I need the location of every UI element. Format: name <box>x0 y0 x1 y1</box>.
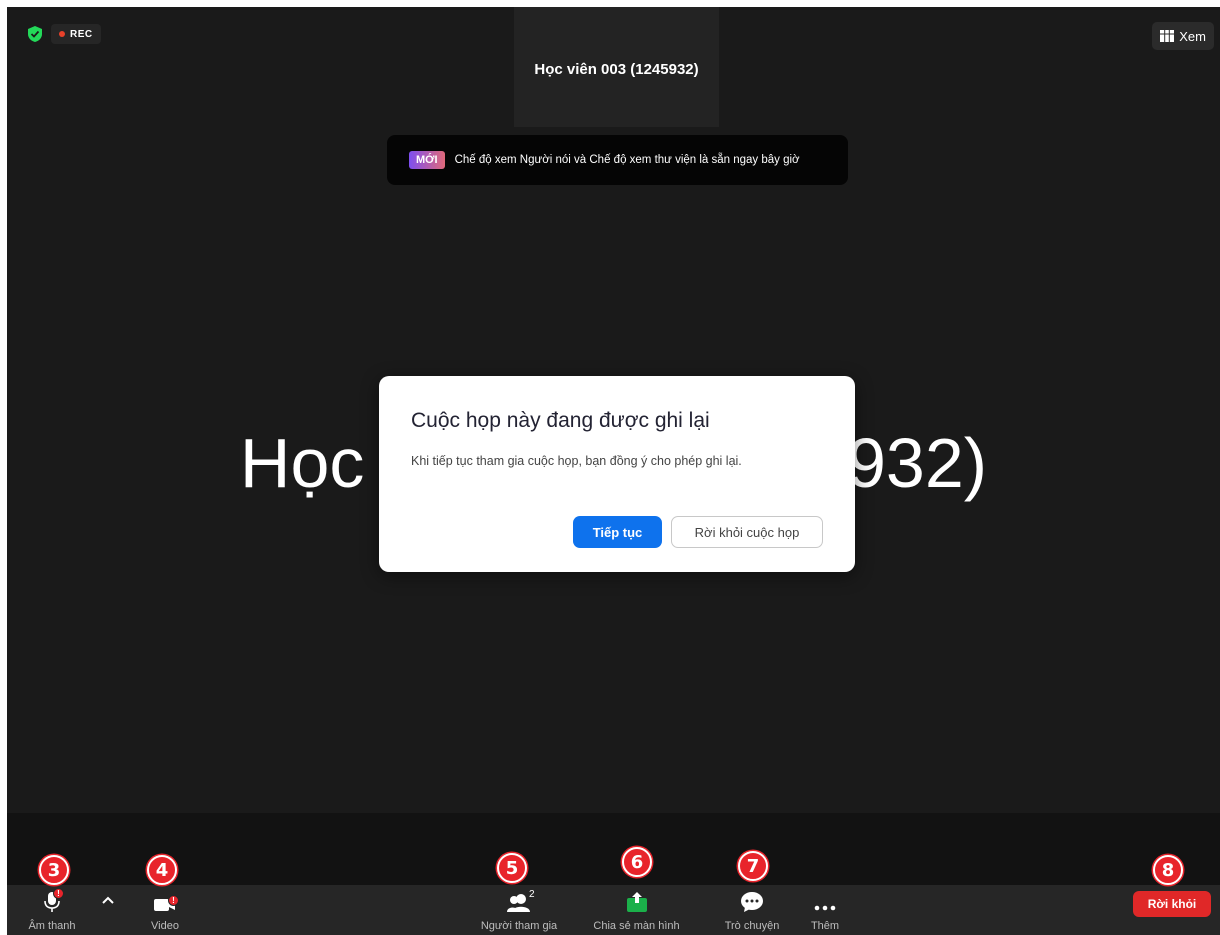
recording-label: REC <box>70 28 93 40</box>
camera-icon: ! <box>153 895 179 918</box>
leave-meeting-button[interactable]: Rời khỏi <box>1133 891 1211 917</box>
view-button[interactable]: Xem <box>1152 22 1214 50</box>
share-screen-button[interactable]: Chia sẻ màn hình <box>579 885 694 935</box>
feature-banner[interactable]: MỚI Chế độ xem Người nói và Chế độ xem t… <box>387 135 848 185</box>
dialog-body: Khi tiếp tục tham gia cuộc họp, bạn đồng… <box>411 454 742 468</box>
gallery-grid-icon <box>1160 30 1175 42</box>
recording-consent-dialog: Cuộc họp này đang được ghi lại Khi tiếp … <box>379 376 855 572</box>
marker-8: 8 <box>1153 855 1183 885</box>
new-tag: MỚI <box>409 151 445 169</box>
banner-text: Chế độ xem Người nói và Chế độ xem thư v… <box>454 154 800 166</box>
share-screen-label: Chia sẻ màn hình <box>593 920 680 932</box>
more-label: Thêm <box>810 920 840 932</box>
audio-label: Âm thanh <box>28 920 76 932</box>
meeting-status: REC <box>27 24 101 44</box>
participant-thumbnail[interactable]: Học viên 003 (1245932) <box>514 7 719 127</box>
participants-label: Người tham gia <box>480 920 558 932</box>
video-warning-badge: ! <box>168 895 179 906</box>
view-button-label: Xem <box>1179 28 1206 44</box>
lower-band <box>7 813 1220 885</box>
dialog-title: Cuộc họp này đang được ghi lại <box>411 409 710 432</box>
participants-count: 2 <box>529 889 535 900</box>
continue-button[interactable]: Tiếp tục <box>573 516 662 548</box>
marker-5: 5 <box>497 853 527 883</box>
audio-options-caret-icon[interactable] <box>102 893 114 907</box>
share-screen-icon <box>625 891 649 918</box>
chat-bubble-icon <box>740 891 764 918</box>
recording-dot-icon <box>59 31 65 37</box>
top-strip: REC Học viên 003 (1245932) Xem <box>7 7 1220 127</box>
recording-badge[interactable]: REC <box>51 24 101 44</box>
video-button[interactable]: ! Video <box>132 885 198 935</box>
marker-4: 4 <box>147 855 177 885</box>
marker-6: 6 <box>622 847 652 877</box>
more-button[interactable]: Thêm <box>804 885 846 935</box>
chat-label: Trò chuyện <box>724 920 780 932</box>
shield-icon[interactable] <box>27 25 43 43</box>
chat-button[interactable]: Trò chuyện <box>712 885 792 935</box>
meeting-toolbar: ! Âm thanh ! Video Người tham gia 2 Chia… <box>7 885 1220 935</box>
video-label: Video <box>151 920 179 932</box>
participants-button[interactable]: Người tham gia <box>469 885 569 935</box>
more-dots-icon <box>814 900 836 918</box>
thumbnail-participant-name: Học viên 003 (1245932) <box>534 60 699 78</box>
microphone-icon: ! <box>43 888 64 918</box>
audio-button[interactable]: ! Âm thanh <box>17 885 87 935</box>
marker-7: 7 <box>738 851 768 881</box>
leave-meeting-dialog-button[interactable]: Rời khỏi cuộc họp <box>671 516 823 548</box>
audio-warning-badge: ! <box>53 888 64 899</box>
marker-3: 3 <box>39 855 69 885</box>
